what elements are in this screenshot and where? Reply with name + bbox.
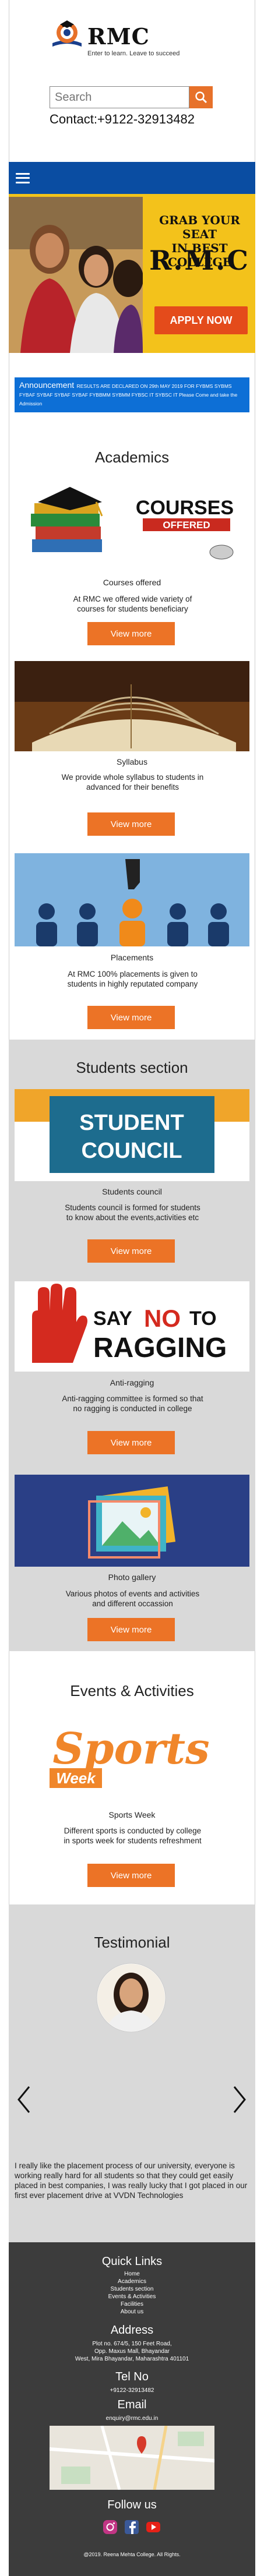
- search-button[interactable]: [189, 86, 213, 108]
- brand-name: RMC: [87, 23, 150, 50]
- brand-tagline: Enter to learn. Leave to succeed: [87, 50, 180, 57]
- offered-image-text: OFFERED: [163, 520, 210, 531]
- copyright: @2019. Reena Mehta College. All Rights.: [83, 2552, 181, 2557]
- anti-ragging-image[interactable]: SAY NO TO RAGGING: [15, 1281, 249, 1372]
- quick-links-title: Quick Links: [101, 2255, 163, 2268]
- to-image-text: TO: [189, 1308, 217, 1330]
- search-input[interactable]: [50, 86, 189, 108]
- say-image-text: SAY: [93, 1308, 132, 1330]
- student-council-caption: Students council: [102, 1187, 162, 1196]
- syllabus-view-more-button[interactable]: View more: [87, 812, 175, 836]
- sports-week-image[interactable]: Sports Week: [15, 1712, 249, 1803]
- photo-gallery-description: Various photos of events and activities …: [65, 1589, 200, 1608]
- follow-us-title: Follow us: [107, 2499, 157, 2511]
- anti-ragging-view-more-button[interactable]: View more: [87, 1431, 175, 1454]
- week-image-text: Week: [56, 1769, 96, 1787]
- location-map[interactable]: [50, 2426, 214, 2490]
- sports-week-caption: Sports Week: [108, 1810, 156, 1819]
- placements-description: At RMC 100% placements is given to stude…: [67, 970, 198, 988]
- no-image-text: NO: [144, 1305, 181, 1332]
- placements-view-more-button[interactable]: View more: [87, 1006, 175, 1029]
- anti-ragging-caption: Anti-ragging: [110, 1378, 154, 1387]
- tel-number[interactable]: +9122-32913482: [9, 2387, 255, 2394]
- academics-title: Academics: [94, 448, 170, 466]
- address-line-3: West, Mira Bhayandar, Maharashtra 401101: [75, 2356, 189, 2362]
- tel-title: Tel No: [115, 2370, 149, 2383]
- banner-college-name: R.M.C: [149, 245, 250, 276]
- address-line-1: Plot no. 674/5, 150 Feet Road,: [92, 2341, 172, 2347]
- testimonial-quote: I really like the placement process of o…: [15, 2161, 248, 2200]
- email-title: Email: [117, 2398, 147, 2411]
- menu-icon[interactable]: [16, 172, 30, 183]
- youtube-icon[interactable]: [145, 2519, 161, 2535]
- quick-link-home[interactable]: Home: [9, 2270, 255, 2278]
- instagram-icon[interactable]: [102, 2519, 118, 2535]
- next-arrow-icon[interactable]: [232, 2085, 247, 2114]
- anti-ragging-description: Anti-ragging committee is formed so that…: [62, 1394, 203, 1413]
- sports-image-text: Sports: [52, 1724, 209, 1774]
- students-section-title: Students section: [76, 1059, 188, 1076]
- courses-caption: Courses offered: [103, 578, 161, 587]
- footer: Quick Links Home Academics Students sect…: [9, 2242, 255, 2576]
- student-council-image[interactable]: STUDENT COUNCIL: [15, 1089, 249, 1181]
- courses-view-more-button[interactable]: View more: [87, 622, 175, 645]
- announcement-label: Announcement: [19, 380, 75, 390]
- address-line-2: Opp. Maxus Mall, Bhayandar: [94, 2348, 170, 2355]
- banner-line-1: GRAB YOUR SEAT: [159, 213, 240, 241]
- syllabus-caption: Syllabus: [117, 757, 147, 766]
- testimonial-avatar: [96, 1963, 166, 2033]
- syllabus-image[interactable]: [15, 661, 249, 751]
- contact-number: Contact:+9122-32913482: [50, 112, 195, 126]
- quick-link-about-us[interactable]: About us: [9, 2308, 255, 2316]
- sports-week-view-more-button[interactable]: View more: [87, 1864, 175, 1887]
- email-address[interactable]: enquiry@rmc.edu.in: [9, 2415, 255, 2422]
- placements-image[interactable]: [15, 853, 249, 946]
- courses-description: At RMC we offered wide variety of course…: [73, 595, 192, 613]
- photo-gallery-image[interactable]: [15, 1475, 249, 1567]
- quick-link-academics[interactable]: Academics: [9, 2278, 255, 2285]
- previous-arrow-icon[interactable]: [16, 2085, 31, 2114]
- search-icon: [195, 91, 207, 104]
- address-title: Address: [110, 2324, 154, 2337]
- students-photo: [9, 197, 143, 353]
- photo-gallery-view-more-button[interactable]: View more: [87, 1618, 175, 1641]
- student-council-description: Students council is formed for students …: [65, 1203, 200, 1222]
- council-image-text: COUNCIL: [81, 1139, 182, 1163]
- ragging-image-text: RAGGING: [93, 1333, 227, 1363]
- college-logo[interactable]: [50, 17, 85, 52]
- courses-offered-image[interactable]: COURSES OFFERED: [15, 482, 249, 572]
- navbar: [9, 162, 255, 194]
- courses-image-text: COURSES: [136, 497, 234, 519]
- quick-link-events[interactable]: Events & Activities: [9, 2293, 255, 2301]
- sports-week-description: Different sports is conducted by college…: [64, 1826, 202, 1845]
- testimonial-title: Testimonial: [94, 1934, 170, 1951]
- page: RMC Enter to learn. Leave to succeed Con…: [0, 0, 264, 2576]
- photo-gallery-caption: Photo gallery: [108, 1573, 156, 1582]
- apply-now-button[interactable]: APPLY NOW: [154, 306, 248, 334]
- student-council-view-more-button[interactable]: View more: [87, 1239, 175, 1263]
- announcement-bar: Announcement RESULTS ARE DECLARED ON 29t…: [15, 377, 249, 412]
- events-title: Events & Activities: [70, 1682, 194, 1699]
- facebook-icon[interactable]: [124, 2519, 140, 2535]
- placements-caption: Placements: [110, 953, 154, 962]
- quick-link-facilities[interactable]: Facilities: [9, 2301, 255, 2308]
- syllabus-description: We provide whole syllabus to students in…: [61, 773, 204, 791]
- student-image-text: STUDENT: [79, 1111, 184, 1135]
- quick-link-students-section[interactable]: Students section: [9, 2285, 255, 2293]
- hero-banner: GRAB YOUR SEAT IN BEST COLLEGE R.M.C APPL…: [9, 197, 255, 353]
